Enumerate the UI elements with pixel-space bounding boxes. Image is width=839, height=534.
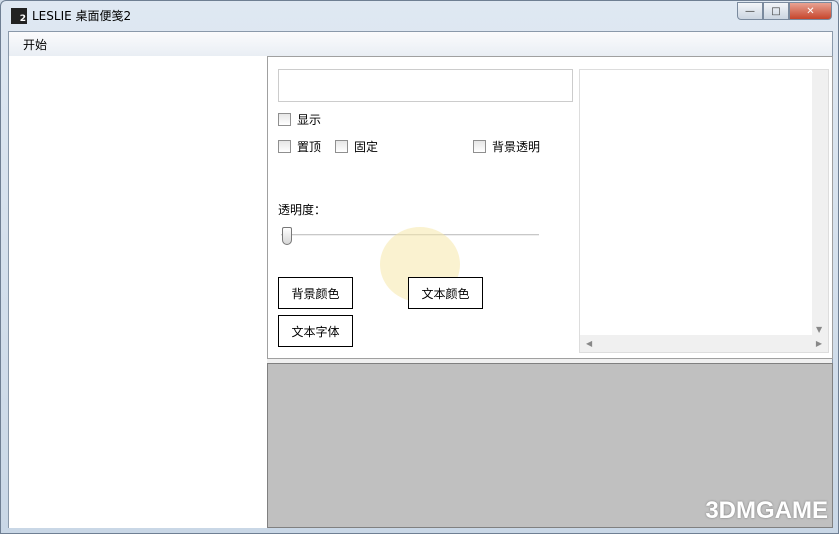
menu-item-start[interactable]: 开始 — [23, 36, 47, 53]
scroll-right-icon[interactable]: ▶ — [816, 339, 822, 348]
note-preview-area: 3DMGAME — [267, 363, 833, 528]
maximize-button[interactable]: □ — [763, 2, 789, 20]
app-window: 2 LESLIE 桌面便笺2 — □ ✕ 开始 显示 置顶 固定 背景透明 透明… — [0, 0, 839, 534]
scroll-down-icon[interactable]: ▼ — [816, 325, 822, 334]
checkbox-box[interactable] — [278, 113, 291, 126]
watermark-logo: 3DMGAME — [705, 497, 828, 524]
checkbox-box[interactable] — [473, 140, 486, 153]
bg-transparent-checkbox[interactable]: 背景透明 — [473, 138, 540, 155]
client-area: 开始 显示 置顶 固定 背景透明 透明度： 背景颜色 文本颜色 文本字体 ▼ ◀… — [8, 31, 833, 528]
checkbox-box[interactable] — [278, 140, 291, 153]
opacity-slider-thumb[interactable] — [282, 227, 292, 245]
notes-list-panel[interactable] — [9, 56, 267, 528]
title-bar: 2 LESLIE 桌面便笺2 — [11, 7, 131, 24]
show-label: 显示 — [297, 113, 322, 127]
show-checkbox[interactable]: 显示 — [278, 111, 321, 128]
opacity-slider-track[interactable] — [281, 234, 539, 236]
preview-list-box[interactable]: ▼ ◀ ▶ — [579, 69, 829, 353]
text-color-button[interactable]: 文本颜色 — [408, 277, 483, 309]
minimize-button[interactable]: — — [737, 2, 763, 20]
checkbox-box[interactable] — [335, 140, 348, 153]
close-button[interactable]: ✕ — [789, 2, 832, 20]
opacity-label: 透明度： — [278, 203, 327, 217]
app-logo-icon: 2 — [11, 7, 27, 24]
note-text-input[interactable] — [278, 69, 573, 102]
bg-transparent-label: 背景透明 — [492, 140, 541, 154]
bg-color-button[interactable]: 背景颜色 — [278, 277, 353, 309]
fixed-label: 固定 — [354, 140, 379, 154]
window-title: LESLIE 桌面便笺2 — [32, 9, 132, 23]
horizontal-scrollbar[interactable]: ◀ ▶ — [580, 335, 828, 352]
scroll-left-icon[interactable]: ◀ — [586, 339, 592, 348]
topmost-label: 置顶 — [297, 140, 322, 154]
menu-bar: 开始 — [9, 32, 832, 56]
fixed-checkbox[interactable]: 固定 — [335, 138, 378, 155]
settings-panel: 显示 置顶 固定 背景透明 透明度： 背景颜色 文本颜色 文本字体 ▼ ◀ ▶ — [267, 56, 833, 359]
topmost-checkbox[interactable]: 置顶 — [278, 138, 321, 155]
vertical-scrollbar[interactable]: ▼ — [812, 70, 828, 336]
text-font-button[interactable]: 文本字体 — [278, 315, 353, 347]
